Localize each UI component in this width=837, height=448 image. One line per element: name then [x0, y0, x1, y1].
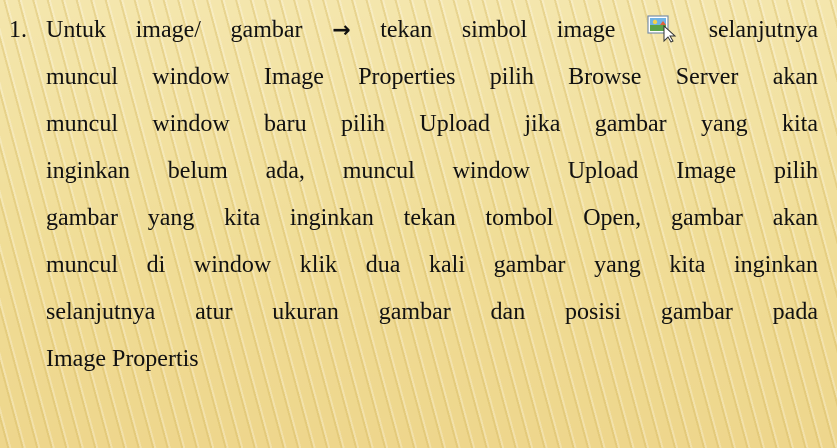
line1-text-middle: tekan simbol image	[350, 17, 646, 43]
list-item-number: 1.	[9, 17, 27, 43]
right-arrow-icon: →	[332, 18, 351, 43]
list-item-line-2: muncul window Image Properties pilih Bro…	[46, 64, 818, 90]
list-item-line-8: Image Propertis	[46, 346, 199, 372]
list-item-line-6: muncul di window klik dua kali gambar ya…	[46, 252, 818, 278]
list-item-line-5: gambar yang kita inginkan tekan tombol O…	[46, 205, 818, 231]
list-item-line-3: muncul window baru pilih Upload jika gam…	[46, 111, 818, 137]
list-item-line-1: Untuk image/ gambar → tekan simbol image…	[46, 15, 818, 46]
line1-text-start: Untuk image/ gambar	[46, 17, 333, 43]
image-icon	[647, 15, 677, 43]
list-item-line-7: selanjutnya atur ukuran gambar dan posis…	[46, 299, 818, 325]
line1-text-end: selanjutnya	[679, 17, 818, 43]
list-item-line-4: inginkan belum ada, muncul window Upload…	[46, 158, 818, 184]
numbered-list: 1. Untuk image/ gambar → tekan simbol im…	[0, 0, 837, 448]
